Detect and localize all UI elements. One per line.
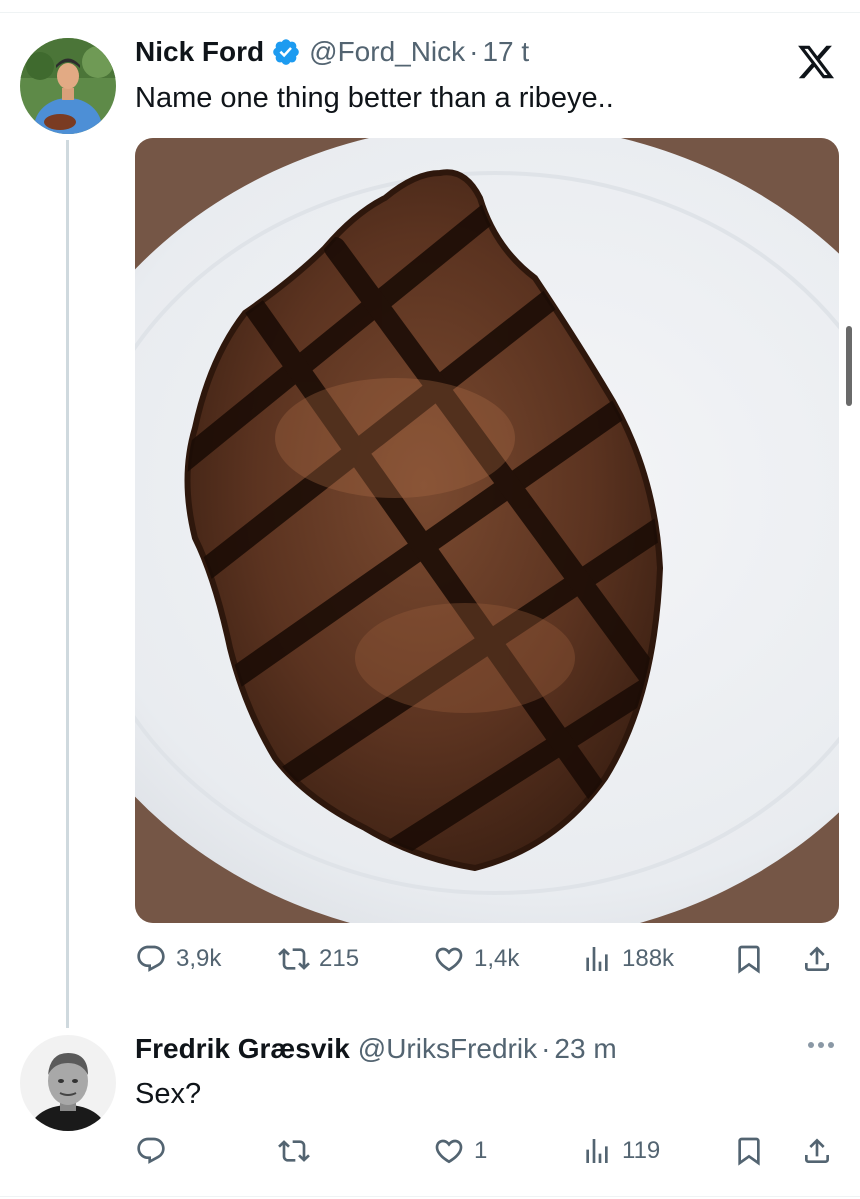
reply-bookmark-button[interactable] bbox=[733, 1131, 765, 1171]
reply-like-count: 1 bbox=[474, 1137, 488, 1164]
like-button[interactable]: 1,4k bbox=[433, 939, 519, 979]
views-icon bbox=[581, 943, 613, 975]
author-avatar[interactable] bbox=[20, 38, 116, 134]
share-icon bbox=[801, 943, 833, 975]
reply-share-button[interactable] bbox=[801, 1131, 833, 1171]
post-header: Nick Ford @Ford_Nick · 17 t bbox=[135, 36, 529, 68]
reply-author-avatar[interactable] bbox=[20, 1035, 116, 1131]
like-count: 1,4k bbox=[474, 945, 520, 972]
post-text: Name one thing better than a ribeye.. bbox=[135, 82, 614, 114]
reply-dot-separator: · bbox=[541, 1033, 551, 1064]
reply-like-button[interactable]: 1 bbox=[433, 1131, 487, 1171]
bookmark-icon bbox=[733, 943, 765, 975]
share-icon bbox=[801, 1135, 833, 1167]
bookmark-icon bbox=[733, 1135, 765, 1167]
scrollbar[interactable] bbox=[846, 326, 852, 406]
repost-icon bbox=[278, 943, 310, 975]
post-image[interactable] bbox=[135, 138, 839, 923]
reply-time[interactable]: 23 m bbox=[554, 1033, 616, 1065]
reply-text: Sex? bbox=[135, 1078, 202, 1110]
views-button[interactable]: 188k bbox=[581, 939, 674, 979]
like-icon bbox=[433, 943, 465, 975]
reply-author-name[interactable]: Fredrik Græsvik bbox=[135, 1033, 350, 1065]
x-logo-icon bbox=[796, 42, 836, 82]
reply-views-count: 119 bbox=[622, 1137, 661, 1164]
more-icon[interactable] bbox=[806, 1038, 836, 1052]
reply-icon bbox=[135, 1135, 167, 1167]
author-name[interactable]: Nick Ford bbox=[135, 36, 264, 68]
reply-reply-button[interactable] bbox=[135, 1131, 176, 1171]
dot-separator: · bbox=[469, 36, 479, 67]
reply-count: 3,9k bbox=[176, 945, 222, 972]
share-button[interactable] bbox=[801, 939, 833, 979]
reply-author-handle[interactable]: @UriksFredrik bbox=[358, 1033, 537, 1065]
post-actions: 3,9k 215 1,4k 188k bbox=[135, 939, 839, 979]
top-divider bbox=[0, 12, 860, 13]
reply-icon bbox=[135, 943, 167, 975]
reply-actions: 1 119 bbox=[135, 1131, 839, 1171]
post-time[interactable]: 17 t bbox=[482, 36, 529, 68]
reply-repost-button[interactable] bbox=[278, 1131, 319, 1171]
views-count: 188k bbox=[622, 945, 675, 972]
bookmark-button[interactable] bbox=[733, 939, 765, 979]
repost-icon bbox=[278, 1135, 310, 1167]
reply-views-button[interactable]: 119 bbox=[581, 1131, 660, 1171]
reply-header: Fredrik Græsvik @UriksFredrik · 23 m bbox=[135, 1033, 617, 1065]
thread-line bbox=[66, 140, 69, 1028]
verified-badge-icon bbox=[271, 37, 301, 67]
repost-count: 215 bbox=[319, 945, 360, 972]
repost-button[interactable]: 215 bbox=[278, 939, 359, 979]
views-icon bbox=[581, 1135, 613, 1167]
bottom-divider bbox=[0, 1196, 860, 1197]
author-handle[interactable]: @Ford_Nick bbox=[309, 36, 465, 68]
reply-button[interactable]: 3,9k bbox=[135, 939, 221, 979]
like-icon bbox=[433, 1135, 465, 1167]
